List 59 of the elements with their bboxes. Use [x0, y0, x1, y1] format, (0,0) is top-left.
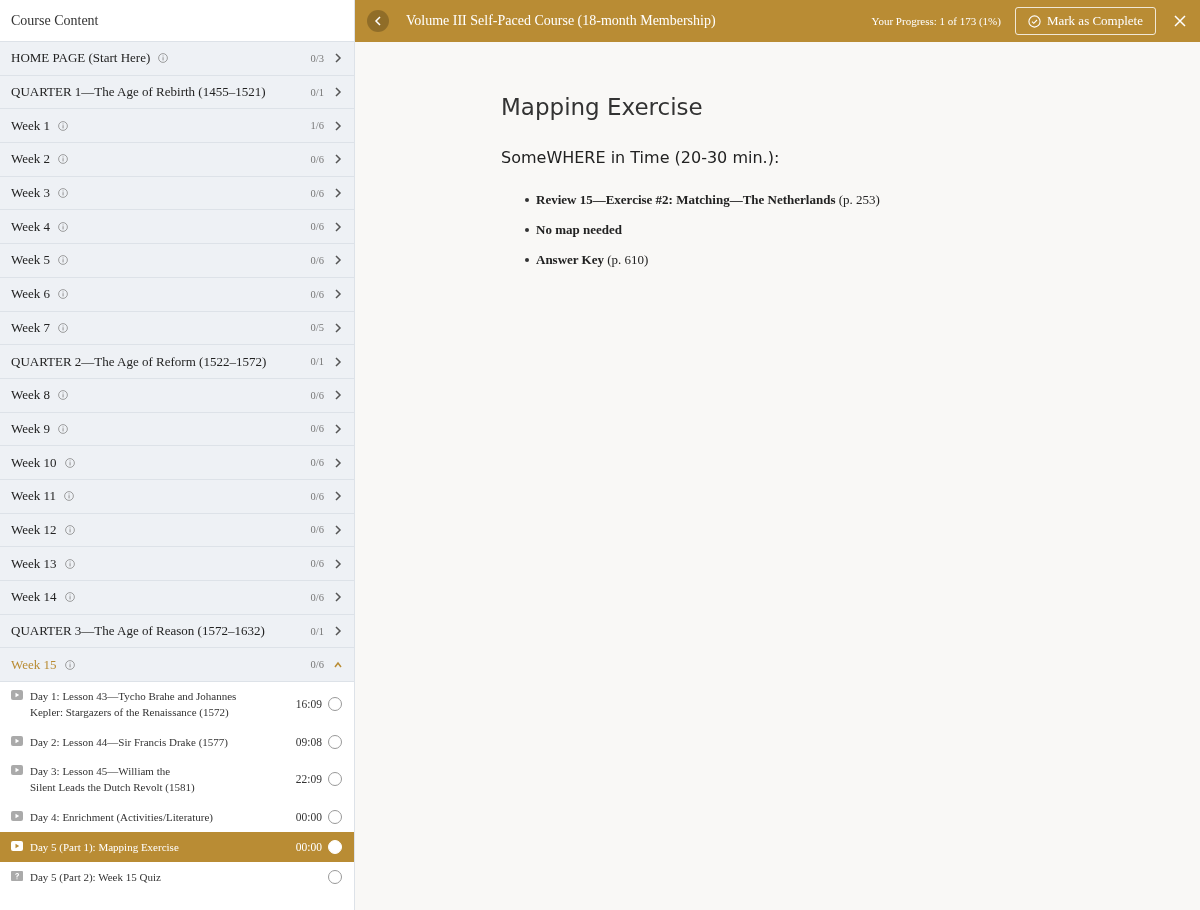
bullet-text: Answer Key (p. 610)	[536, 252, 649, 268]
section-item[interactable]: Week 3 0/6	[0, 176, 354, 211]
section-item[interactable]: Week 15 0/6	[0, 648, 354, 683]
chevron-right-icon	[334, 322, 342, 333]
bullet-icon	[525, 198, 529, 202]
chevron-left-icon	[374, 16, 382, 26]
bullet-text: No map needed	[536, 222, 622, 238]
section-item[interactable]: Week 10 0/6	[0, 446, 354, 480]
quiz-icon	[11, 871, 23, 882]
section-item[interactable]: Week 6 0/6	[0, 277, 354, 312]
check-circle-icon	[1027, 14, 1041, 28]
section-item[interactable]: Week 13 0/6	[0, 547, 354, 581]
section-item[interactable]: Week 8 0/6	[0, 378, 354, 413]
section-item[interactable]: Week 2 0/6	[0, 143, 354, 177]
back-button[interactable]	[367, 10, 389, 32]
section-item[interactable]: QUARTER 3—The Age of Reason (1572–1632) 0/1	[0, 614, 354, 649]
chevron-right-icon	[334, 255, 342, 266]
section-item[interactable]: Week 9 0/6	[0, 412, 354, 447]
video-icon	[11, 841, 23, 852]
chevron-right-icon	[334, 423, 342, 434]
chevron-right-icon	[334, 120, 342, 131]
section-item[interactable]: Week 5 0/6	[0, 244, 354, 278]
course-title: Volume III Self-Paced Course (18-month Membership)	[406, 13, 716, 29]
page-heading: Mapping Exercise	[501, 94, 704, 120]
chevron-right-icon	[334, 154, 342, 165]
bullet-icon	[525, 258, 529, 262]
chevron-right-icon	[334, 558, 342, 569]
chevron-right-icon	[334, 53, 342, 64]
section-item[interactable]: QUARTER 2—The Age of Reform (1522–1572) 0/1	[0, 345, 354, 379]
section-item[interactable]: Week 7 0/5	[0, 311, 354, 346]
section-item[interactable]: QUARTER 1—The Age of Rebirth (1455–1521) 0/1	[0, 75, 354, 110]
section-item[interactable]: HOME PAGE (Start Here) 0/3	[0, 42, 354, 76]
chevron-right-icon	[334, 626, 342, 637]
chevron-right-icon	[334, 592, 342, 603]
progress-text: Your Progress: 1 of 173 (1%)	[871, 15, 1001, 27]
section-item[interactable]: Week 4 0/6	[0, 210, 354, 245]
chevron-right-icon	[334, 457, 342, 468]
section-item[interactable]: Week 12 0/6	[0, 513, 354, 548]
chevron-right-icon	[334, 188, 342, 199]
chevron-right-icon	[334, 289, 342, 300]
chevron-right-icon	[334, 87, 342, 98]
bullet-text: Review 15—Exercise #2: Matching—The Netherlands (p. 253)	[536, 192, 880, 208]
video-icon	[11, 765, 23, 776]
chevron-right-icon	[334, 524, 342, 535]
section-item[interactable]: Week 11 0/6	[0, 479, 354, 514]
bullet-icon	[525, 228, 529, 232]
chevron-right-icon	[334, 390, 342, 401]
close-icon	[1174, 15, 1186, 27]
video-icon	[11, 811, 23, 822]
chevron-up-icon	[334, 659, 342, 670]
section-item[interactable]: Week 1 1/6	[0, 109, 354, 144]
video-icon	[11, 690, 23, 701]
close-button[interactable]	[1174, 15, 1186, 27]
section-heading: SomeWHERE in Time (20-30 min.):	[501, 148, 781, 167]
chevron-right-icon	[334, 356, 342, 367]
video-icon	[11, 736, 23, 747]
chevron-right-icon	[334, 221, 342, 232]
section-item[interactable]: Week 14 0/6	[0, 581, 354, 615]
chevron-right-icon	[334, 491, 342, 502]
